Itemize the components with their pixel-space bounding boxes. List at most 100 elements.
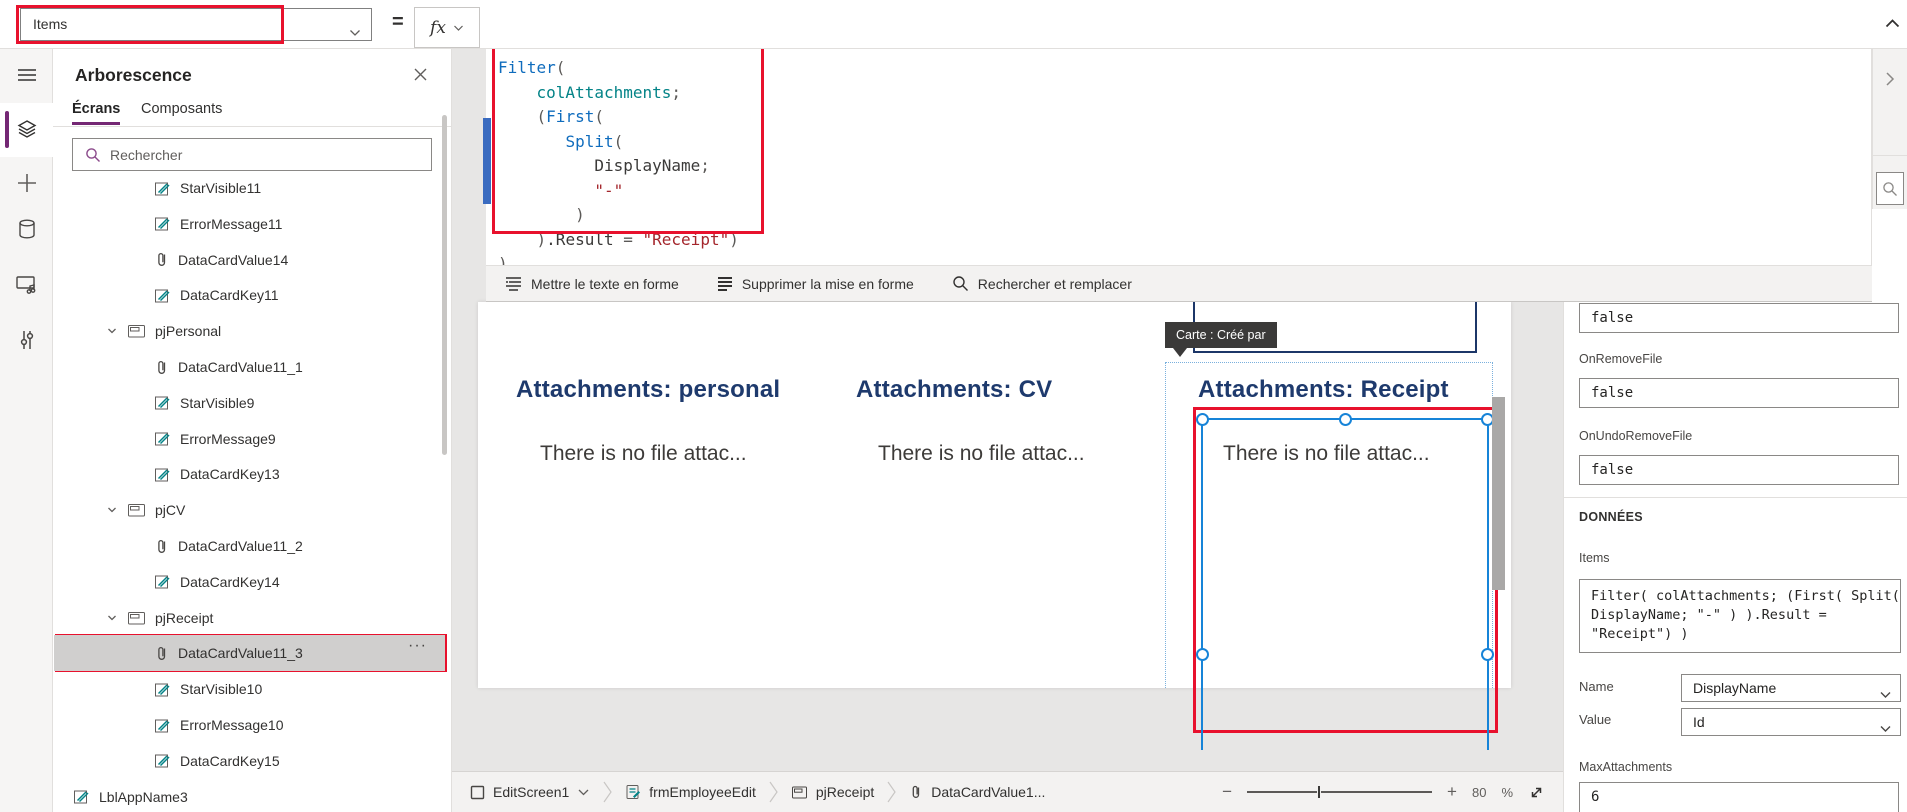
find-replace-button[interactable]: Rechercher et remplacer	[952, 275, 1132, 292]
breadcrumb: EditScreen1 frmEmployeeEdit pjReceipt Da…	[470, 772, 1045, 812]
tree-item-DataCardKey14[interactable]: DataCardKey14	[54, 564, 445, 600]
formula-code-line: Split(	[498, 130, 739, 155]
chevron-down-icon[interactable]	[106, 325, 118, 337]
breadcrumb-item-control[interactable]: DataCardValue1...	[909, 784, 1045, 800]
tree-view-icon[interactable]	[0, 108, 53, 152]
zoom-in-button[interactable]: +	[1447, 782, 1457, 802]
section-divider	[1564, 497, 1907, 498]
zoom-slider-thumb[interactable]	[1317, 785, 1321, 799]
pencil-box-icon	[73, 788, 90, 805]
resize-handle-middle-right[interactable]	[1481, 648, 1494, 661]
chevron-down-icon[interactable]	[106, 504, 118, 516]
tree-item-StarVisible10[interactable]: StarVisible10	[54, 671, 445, 707]
formula-code-line: Filter(	[498, 56, 739, 81]
tree-item-ErrorMessage11[interactable]: ErrorMessage11	[54, 206, 445, 242]
tree-item-label: DataCardKey15	[180, 753, 280, 769]
property-selector-dropdown[interactable]: Items	[20, 8, 372, 41]
chevron-down-icon	[348, 19, 362, 50]
zoom-controls: − + 80 %	[1222, 772, 1545, 812]
tree-rows: StarVisible11ErrorMessage11DataCardValue…	[53, 49, 452, 812]
items-formula-line: "Receipt") )	[1591, 625, 1900, 644]
item-options-menu[interactable]: ···	[408, 637, 427, 655]
screen-selector[interactable]: EditScreen1	[470, 784, 590, 800]
tree-item-label: StarVisible11	[180, 180, 261, 196]
pencil-box-icon	[154, 466, 171, 483]
tree-item-StarVisible9[interactable]: StarVisible9	[54, 385, 445, 421]
formula-format-toolbar: Mettre le texte en forme Supprimer la mi…	[486, 265, 1872, 302]
formula-scrollbar[interactable]	[483, 118, 491, 204]
formula-code-line: colAttachments;	[498, 81, 739, 106]
formula-code[interactable]: Filter( colAttachments; (First( Split( D…	[498, 56, 739, 277]
canvas-scrollbar[interactable]	[1492, 397, 1505, 590]
clear-format-button[interactable]: Supprimer la mise en forme	[717, 276, 914, 292]
breadcrumb-label: frmEmployeeEdit	[649, 784, 756, 800]
zoom-slider[interactable]	[1247, 791, 1432, 793]
tree-item-pjCV[interactable]: pjCV	[54, 492, 445, 528]
datacard-icon	[127, 610, 146, 626]
formula-code-line: DisplayName;	[498, 154, 739, 179]
format-text-button[interactable]: Mettre le texte en forme	[505, 276, 679, 292]
attachment-card-title: Attachments: CV	[856, 376, 1052, 404]
tree-item-DataCardKey11[interactable]: DataCardKey11	[54, 277, 445, 313]
onundoremovefile-value-input[interactable]: false	[1579, 455, 1899, 485]
chevron-down-icon[interactable]	[106, 612, 118, 624]
collapse-formula-bar-icon[interactable]	[1884, 16, 1901, 36]
fx-icon: fx	[430, 18, 446, 38]
advanced-tools-icon[interactable]	[0, 318, 53, 362]
paperclip-icon	[909, 784, 923, 800]
chevron-down-icon	[1879, 717, 1892, 743]
fx-dropdown[interactable]: fx	[414, 7, 480, 48]
tree-item-pjReceipt[interactable]: pjReceipt	[54, 600, 445, 636]
tree-item-label: pjCV	[155, 502, 185, 518]
insert-icon[interactable]	[0, 161, 53, 205]
tree-item-DataCardValue14[interactable]: DataCardValue14	[54, 242, 445, 278]
zoom-out-button[interactable]: −	[1222, 782, 1232, 802]
breadcrumb-item-card[interactable]: pjReceipt	[791, 784, 874, 800]
breadcrumb-item-form[interactable]: frmEmployeeEdit	[625, 784, 756, 800]
formula-editor-panel[interactable]: Filter( colAttachments; (First( Split( D…	[486, 49, 1872, 302]
resize-handle-top-center[interactable]	[1339, 413, 1352, 426]
tree-item-pjPersonal[interactable]: pjPersonal	[54, 313, 445, 349]
tree-item-ErrorMessage9[interactable]: ErrorMessage9	[54, 421, 445, 457]
selection-edge-right[interactable]	[1487, 418, 1489, 750]
resize-handle-middle-left[interactable]	[1196, 648, 1209, 661]
tree-item-ErrorMessage10[interactable]: ErrorMessage10	[54, 707, 445, 743]
search-icon	[952, 275, 969, 292]
formula-bar: Items = fx	[0, 0, 1907, 49]
menu-icon[interactable]	[0, 53, 53, 97]
items-formula-input[interactable]: Filter( colAttachments; (First( Split( D…	[1579, 579, 1901, 653]
chevron-right-icon[interactable]	[1883, 71, 1897, 92]
pencil-box-icon	[154, 752, 171, 769]
maxattachments-input[interactable]: 6	[1579, 782, 1899, 812]
datacard-icon	[127, 323, 146, 339]
selected-control-red-highlight	[1193, 407, 1498, 733]
tree-scrollbar[interactable]	[442, 115, 447, 455]
tree-item-DataCardValue11_3[interactable]: DataCardValue11_3···	[54, 635, 445, 671]
tree-item-DataCardValue11_2[interactable]: DataCardValue11_2	[54, 528, 445, 564]
formula-search-button[interactable]	[1876, 172, 1904, 205]
tree-item-DataCardKey15[interactable]: DataCardKey15	[54, 743, 445, 779]
onaddfile-value-input[interactable]: false	[1579, 303, 1899, 333]
data-icon[interactable]	[0, 207, 53, 251]
equals-sign: =	[392, 11, 404, 34]
tree-item-DataCardKey13[interactable]: DataCardKey13	[54, 456, 445, 492]
attachment-empty-text[interactable]: There is no file attac...	[878, 442, 1085, 466]
selection-edge-left[interactable]	[1201, 418, 1203, 750]
paperclip-icon	[154, 359, 169, 376]
maxattachments-label: MaxAttachments	[1579, 760, 1672, 774]
value-dropdown[interactable]: Id	[1681, 708, 1901, 736]
resize-handle-top-left[interactable]	[1196, 413, 1209, 426]
find-replace-label: Rechercher et remplacer	[978, 276, 1132, 292]
tree-item-DataCardValue11_1[interactable]: DataCardValue11_1	[54, 349, 445, 385]
fit-to-window-icon[interactable]	[1528, 784, 1545, 801]
onremovefile-value-input[interactable]: false	[1579, 378, 1899, 408]
tree-item-StarVisible11[interactable]: StarVisible11	[54, 170, 445, 206]
tree-item-LblAppName3[interactable]: LblAppName3	[54, 779, 445, 812]
pencil-box-icon	[154, 180, 171, 197]
name-label: Name	[1579, 679, 1614, 694]
chevron-down-icon	[453, 23, 464, 33]
media-icon[interactable]	[0, 263, 53, 307]
pencil-box-icon	[154, 573, 171, 590]
name-dropdown[interactable]: DisplayName	[1681, 674, 1901, 702]
attachment-empty-text[interactable]: There is no file attac...	[540, 442, 747, 466]
